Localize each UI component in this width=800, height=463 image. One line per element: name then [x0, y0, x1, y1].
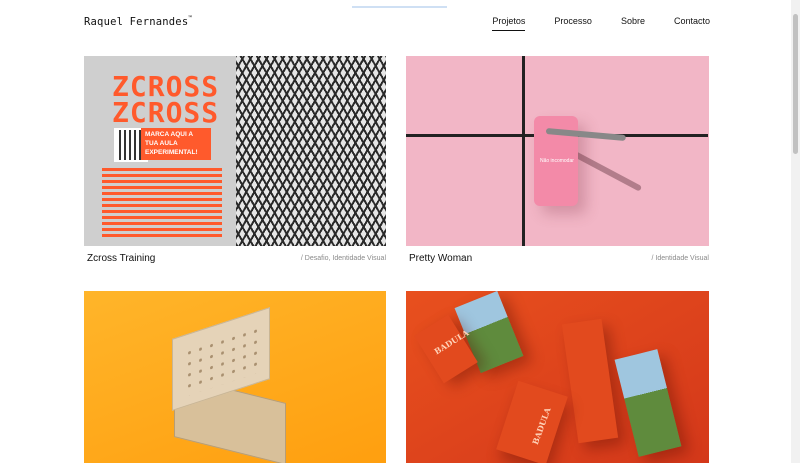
project-tags: / Identidade Visual	[651, 255, 709, 262]
project-card-zcross[interactable]: ZCROSS ZCROSS MARCA AQUI A TUA AULA EXPE…	[84, 56, 386, 271]
poster-banner: MARCA AQUI A TUA AULA EXPERIMENTAL!	[141, 128, 211, 160]
site-header: Raquel Fernandes™ Projetos Processo Sobr…	[84, 0, 710, 44]
poster-wordmark-repeat: ZCROSS	[112, 96, 220, 129]
main-nav: Projetos Processo Sobre Contacto	[463, 16, 710, 31]
project-image-zcross[interactable]: ZCROSS ZCROSS MARCA AQUI A TUA AULA EXPE…	[84, 56, 386, 246]
project-title[interactable]: Pretty Woman	[409, 253, 472, 264]
metal-mesh-texture	[236, 56, 386, 246]
scrollbar-thumb[interactable]	[793, 14, 798, 154]
project-image-packaging[interactable]	[84, 291, 386, 463]
nav-contacto[interactable]: Contacto	[674, 16, 710, 31]
project-tags: / Desafio, Identidade Visual	[300, 255, 386, 262]
project-card-pretty-woman[interactable]: Não incomodar Pretty Woman / Identidade …	[406, 56, 709, 271]
nav-projetos[interactable]: Projetos	[492, 16, 526, 31]
project-image-pretty-woman[interactable]: Não incomodar	[406, 56, 709, 246]
project-title[interactable]: Zcross Training	[87, 253, 155, 264]
site-logo[interactable]: Raquel Fernandes™	[84, 15, 192, 28]
nav-processo[interactable]: Processo	[554, 16, 592, 31]
nav-sobre[interactable]: Sobre	[621, 16, 645, 31]
poster-panel: ZCROSS ZCROSS MARCA AQUI A TUA AULA EXPE…	[84, 56, 236, 246]
project-image-badula[interactable]: BADULA BADULA	[406, 291, 709, 463]
poster-stripes	[102, 168, 222, 238]
project-card-badula[interactable]: BADULA BADULA	[406, 291, 709, 463]
page-scrollbar[interactable]	[791, 0, 800, 463]
project-card-packaging[interactable]	[84, 291, 386, 463]
door-seam-vertical	[522, 56, 525, 246]
